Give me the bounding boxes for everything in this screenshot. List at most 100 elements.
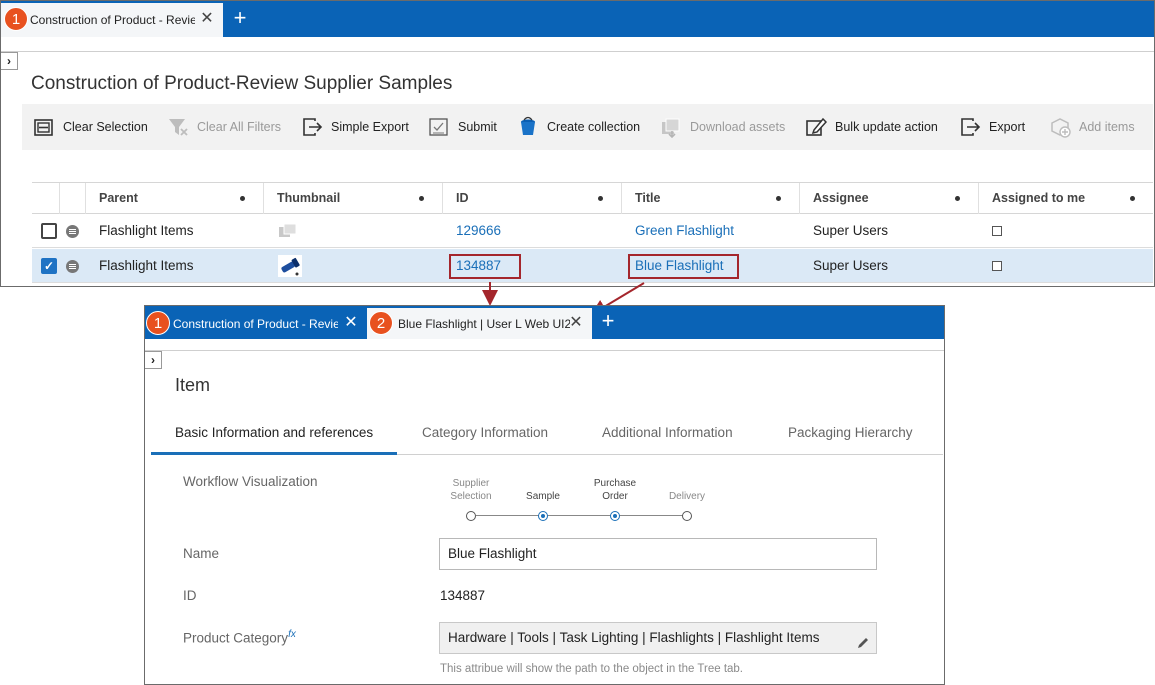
close-icon[interactable]: ✕ (343, 315, 359, 331)
toolbar-label: Create collection (547, 120, 641, 134)
id-label: ID (183, 588, 197, 603)
id-value: 134887 (440, 588, 486, 603)
pencil-icon[interactable] (856, 631, 870, 661)
column-header-assignee[interactable]: Assignee (799, 183, 978, 214)
table-row-selected[interactable]: ✓ Flashlight Items 134887 Blue Flashligh… (32, 249, 1153, 283)
column-label: Thumbnail (277, 191, 341, 205)
tab-title: Blue Flashlight | User L Web UI2 (398, 316, 570, 331)
export-button[interactable]: Export (959, 104, 1025, 150)
submit-button[interactable]: Submit (428, 104, 497, 150)
add-items-button[interactable]: Add items (1049, 104, 1135, 150)
create-collection-button[interactable]: Create collection (517, 104, 640, 150)
toolbar-label: Clear All Filters (197, 120, 282, 134)
table-row[interactable]: Flashlight Items 129666 Green Flashlight… (32, 214, 1153, 248)
tab-basic-information[interactable]: Basic Information and references (151, 417, 398, 455)
toolbar-label: Bulk update action (835, 120, 938, 134)
select-column-header (32, 183, 59, 214)
submit-icon (428, 116, 450, 138)
new-tab-icon[interactable]: + (597, 310, 619, 333)
screenshot-stage: Construction of Product - Review Supplie… (0, 0, 1155, 685)
assigned-to-me-checkbox[interactable] (992, 226, 1002, 236)
filter-clear-icon (167, 116, 189, 138)
chevron-right-icon[interactable]: › (145, 351, 162, 369)
new-tab-icon[interactable]: + (229, 7, 251, 30)
cell-assignee: Super Users (813, 258, 889, 273)
column-label: Assignee (813, 191, 869, 205)
row-checkbox[interactable] (41, 223, 57, 239)
name-input[interactable]: Blue Flashlight (439, 538, 877, 570)
grid-window: Construction of Product - Review Supplie… (0, 0, 1155, 287)
column-label: Assigned to me (992, 191, 1086, 205)
tab-bar: Construction of Product - Review Supplie… (1, 1, 1154, 37)
workflow-node-active (610, 511, 620, 521)
clear-all-filters-button[interactable]: Clear All Filters (167, 104, 281, 150)
workflow-node (682, 511, 692, 521)
column-header-title[interactable]: Title (621, 183, 799, 214)
product-category-field[interactable]: Hardware | Tools | Task Lighting | Flash… (439, 622, 877, 654)
workflow-node-active (538, 511, 548, 521)
divider (145, 350, 944, 351)
bulk-edit-icon (805, 116, 828, 138)
highlight-box-title (628, 254, 739, 279)
clear-selection-button[interactable]: Clear Selection (33, 104, 148, 150)
column-menu-icon[interactable] (955, 196, 960, 201)
toolbar-label: Download assets (690, 120, 786, 134)
tab-construction-of-product[interactable]: Construction of Product - Review Supplie… (1, 3, 223, 37)
cell-id-link[interactable]: 129666 (456, 214, 501, 248)
toolbar-label: Simple Export (331, 120, 409, 134)
close-icon[interactable]: ✕ (568, 315, 584, 331)
tab-title: Construction of Product - Review Supplie… (30, 13, 195, 27)
column-label: Title (635, 191, 661, 205)
tab-title: Construction of Product - Review Supplie… (173, 316, 338, 331)
column-menu-icon[interactable] (776, 196, 781, 201)
column-menu-icon[interactable] (1130, 196, 1135, 201)
workflow-step-label: Purchase Order (593, 478, 637, 502)
divider (1, 51, 1154, 52)
tab-category-information[interactable]: Category Information (422, 417, 548, 455)
cell-title-link[interactable]: Green Flashlight (635, 214, 734, 248)
workflow-visualization-label: Workflow Visualization (183, 474, 318, 489)
column-header-parent[interactable]: Parent (85, 183, 263, 214)
download-assets-button[interactable]: Download assets (660, 104, 785, 150)
fx-icon: fx (288, 629, 296, 640)
assigned-to-me-checkbox[interactable] (992, 261, 1002, 271)
column-header-thumbnail[interactable]: Thumbnail (263, 183, 442, 214)
clear-selection-icon (33, 116, 55, 138)
column-header-id[interactable]: ID (442, 183, 621, 214)
column-menu-icon[interactable] (598, 196, 603, 201)
row-checkbox-checked[interactable]: ✓ (41, 258, 57, 274)
page-title: Construction of Product-Review Supplier … (31, 73, 453, 94)
cell-parent: Flashlight Items (99, 258, 194, 273)
toolbar-label: Submit (458, 120, 497, 134)
tab-packaging-hierarchy[interactable]: Packaging Hierarchy (788, 417, 913, 455)
bucket-icon (517, 116, 539, 138)
simple-export-button[interactable]: Simple Export (301, 104, 409, 150)
close-icon[interactable]: ✕ (199, 11, 215, 27)
tab-bar: Construction of Product - Review Supplie… (145, 306, 944, 339)
workflow-connector (476, 515, 688, 516)
chevron-right-icon[interactable]: › (1, 52, 18, 70)
tab-blue-flashlight[interactable]: Blue Flashlight | User L Web UI2 ✕ (367, 308, 592, 339)
column-header-assigned-to-me[interactable]: Assigned to me (978, 183, 1153, 214)
row-menu-icon[interactable] (66, 225, 79, 238)
cell-assignee: Super Users (813, 223, 889, 238)
tab-construction-of-product[interactable]: Construction of Product - Review Supplie… (145, 308, 367, 339)
workflow-node (466, 511, 476, 521)
highlight-box-id (449, 254, 521, 279)
step-badge: 1 (146, 311, 170, 335)
workflow-step-label: Delivery (668, 491, 706, 502)
flashlight-thumbnail-icon (278, 249, 302, 283)
toolbar-label: Add items (1079, 120, 1135, 134)
workflow-step-label: Sample (526, 491, 560, 502)
column-menu-icon[interactable] (240, 196, 245, 201)
step-badge: 2 (369, 311, 393, 335)
tab-additional-information[interactable]: Additional Information (602, 417, 733, 455)
workflow-step-label: Supplier Selection (450, 478, 492, 502)
export-icon (301, 116, 323, 138)
row-menu-icon[interactable] (66, 260, 79, 273)
bulk-update-action-button[interactable]: Bulk update action (805, 104, 938, 150)
column-menu-icon[interactable] (419, 196, 424, 201)
form-tabs: Basic Information and references Categor… (151, 417, 943, 455)
column-label: Parent (99, 191, 138, 205)
add-items-icon (1049, 116, 1071, 138)
